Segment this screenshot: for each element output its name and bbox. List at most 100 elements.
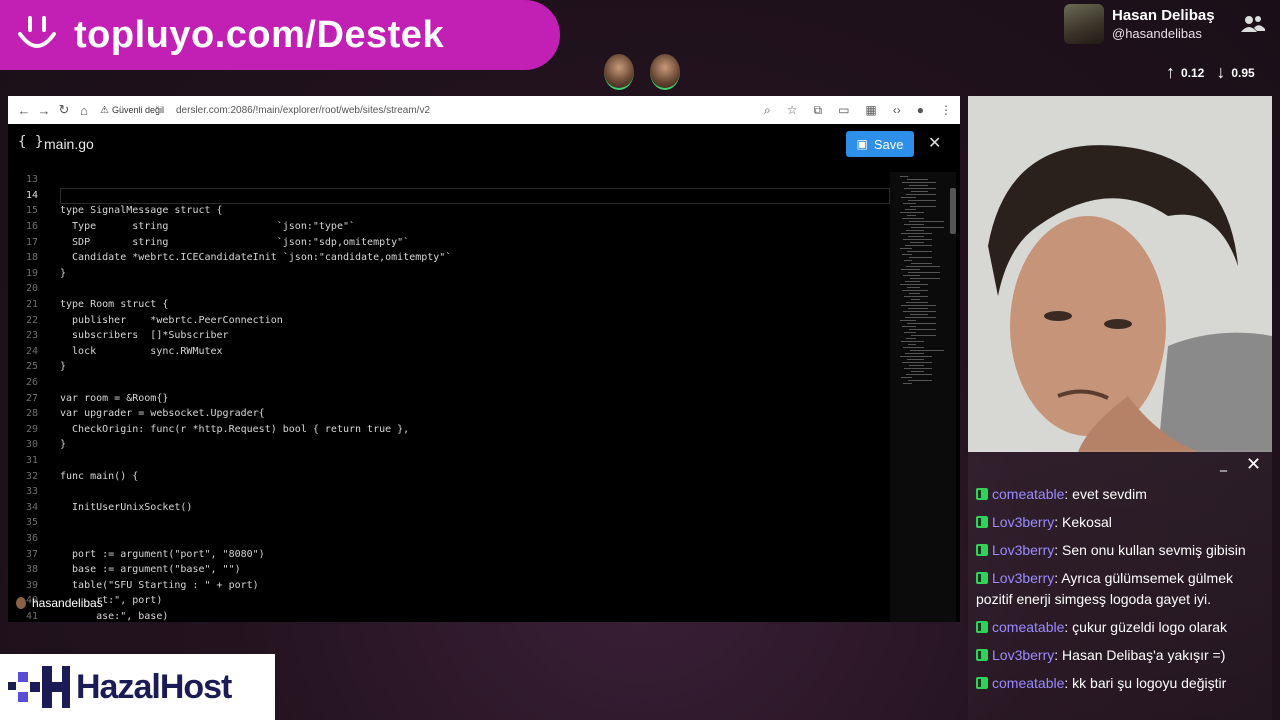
line-number: 22 xyxy=(25,314,38,326)
people-icon[interactable] xyxy=(1240,14,1266,38)
code-line[interactable]: 38 base := argument("base", "") xyxy=(8,562,888,578)
code-line[interactable]: 13 xyxy=(8,172,888,188)
minimap-line xyxy=(900,248,912,249)
minimap-line xyxy=(902,362,932,363)
webcam-feed xyxy=(968,96,1272,452)
back-icon[interactable]: ← xyxy=(14,103,34,118)
menu-icon[interactable]: ⋮ xyxy=(940,103,952,117)
minimap-line xyxy=(911,263,932,264)
banner-text: topluyo.com/Destek xyxy=(74,13,445,56)
streamer-profile[interactable]: Hasan Delibaş @hasandelibas xyxy=(1064,4,1215,44)
chat-username[interactable]: comeatable xyxy=(992,619,1064,635)
code-line[interactable]: 18 Candidate *webrtc.ICECandidateInit `j… xyxy=(8,250,888,266)
code-line[interactable]: 17 SDP string `json:"sdp,omitempty"` xyxy=(8,234,888,250)
minimap-line xyxy=(900,212,924,213)
code-line[interactable]: 27 var room = &Room{} xyxy=(8,390,888,406)
star-icon[interactable]: ☆ xyxy=(787,103,798,117)
chat-separator: : xyxy=(1054,514,1063,530)
code-line[interactable]: 28 var upgrader = websocket.Upgrader{ xyxy=(8,406,888,422)
account-icon[interactable]: ● xyxy=(917,103,924,117)
minimap-line xyxy=(908,200,936,201)
chat-messages: comeatable: evet sevdim Lov3berry: Kekosa… xyxy=(968,484,1272,694)
code-line[interactable]: 30} xyxy=(8,437,888,453)
code-line[interactable]: 37 port := argument("port", "8080") xyxy=(8,546,888,562)
minimize-icon[interactable]: _ xyxy=(1220,456,1227,472)
chat-username[interactable]: Lov3berry xyxy=(992,570,1054,586)
chat-separator: : xyxy=(1064,675,1073,691)
code-line[interactable]: 36 xyxy=(8,531,888,547)
code-line[interactable]: 15 type SignalMessage struct { xyxy=(8,203,888,219)
line-number: 18 xyxy=(25,252,38,264)
down-value: 0.95 xyxy=(1231,65,1255,80)
extensions-icon[interactable]: ⧉ xyxy=(813,103,822,118)
profile-name: Hasan Delibaş xyxy=(1112,7,1215,24)
save-button[interactable]: ▣ Save xyxy=(846,131,914,157)
code-line[interactable]: 24 lock sync.RWMutex xyxy=(8,344,888,360)
address-bar: ← → ↻ ⌂ ⚠ Güvenli değil dersler.com:2086… xyxy=(8,96,960,124)
minimap-line xyxy=(911,335,936,336)
minimap-line xyxy=(902,326,916,327)
code-line[interactable]: 33 xyxy=(8,484,888,500)
code-icon[interactable]: ‹› xyxy=(893,103,901,117)
line-number: 13 xyxy=(25,174,38,186)
minimap-line xyxy=(906,338,916,339)
streamer-overlay-name: hasandelibas xyxy=(16,596,103,610)
code-line[interactable]: 40 rt:", port) xyxy=(8,593,888,609)
minimap-line xyxy=(909,221,944,222)
kick-badge-icon xyxy=(976,544,988,556)
line-text: type Room struct { xyxy=(60,299,169,311)
line-number: 27 xyxy=(25,392,38,404)
close-icon[interactable]: ✕ xyxy=(928,133,941,152)
browser-window: ← → ↻ ⌂ ⚠ Güvenli değil dersler.com:2086… xyxy=(8,96,960,622)
zoom-icon[interactable]: ⌕ xyxy=(764,103,771,118)
code-line[interactable]: 29 CheckOrigin: func(r *http.Request) bo… xyxy=(8,422,888,438)
chat-username[interactable]: Lov3berry xyxy=(992,514,1054,530)
code-line[interactable]: 34 InitUserUnixSocket() xyxy=(8,499,888,515)
chat-username[interactable]: comeatable xyxy=(992,675,1064,691)
line-text: ase:", base) xyxy=(60,610,169,622)
close-icon[interactable]: ✕ xyxy=(1246,454,1261,475)
home-icon[interactable]: ⌂ xyxy=(74,103,94,118)
line-text: port := argument("port", "8080") xyxy=(60,548,265,560)
line-text: func main() { xyxy=(60,470,139,482)
code-line[interactable]: 25} xyxy=(8,359,888,375)
code-line[interactable]: 35 xyxy=(8,515,888,531)
line-number: 35 xyxy=(25,517,38,529)
sidebar-icon[interactable]: ▭ xyxy=(838,103,849,117)
avatar xyxy=(16,597,26,609)
url-field[interactable]: ⚠ Güvenli değil dersler.com:2086/!main/e… xyxy=(100,99,430,121)
code-line[interactable]: 20 xyxy=(8,281,888,297)
scrollbar[interactable] xyxy=(950,188,956,234)
minimap-line xyxy=(903,203,916,204)
line-number: 38 xyxy=(25,564,38,576)
code-line[interactable]: 23 subscribers []*Subscriber xyxy=(8,328,888,344)
chat-username[interactable]: Lov3berry xyxy=(992,647,1054,663)
code-editor[interactable]: 13 14 15 type SignalMessage struct {16 Type… xyxy=(8,172,888,622)
minimap-line xyxy=(905,317,936,318)
chat-username[interactable]: Lov3berry xyxy=(992,542,1054,558)
minimap-line xyxy=(907,323,936,324)
code-line[interactable]: 26 xyxy=(8,375,888,391)
code-line[interactable]: 22 publisher *webrtc.PeerConnection xyxy=(8,312,888,328)
code-line[interactable]: 19} xyxy=(8,266,888,282)
apps-icon[interactable]: ▦ xyxy=(865,103,876,117)
forward-icon[interactable]: → xyxy=(34,103,54,118)
code-line[interactable]: 32 func main() { xyxy=(8,468,888,484)
url-text[interactable]: dersler.com:2086/!main/explorer/root/web… xyxy=(176,105,430,116)
line-text: var room = &Room{} xyxy=(60,392,169,404)
code-line[interactable]: 16 Type string `json:"type"` xyxy=(8,219,888,235)
minimap-line xyxy=(906,194,936,195)
code-line[interactable]: 39 table("SFU Starting : " + port) xyxy=(8,577,888,593)
code-line[interactable]: 41 ase:", base) xyxy=(8,609,888,622)
line-number: 31 xyxy=(25,454,38,466)
chat-message: Lov3berry: Sen onu kullan sevmiş gibisin xyxy=(968,540,1272,561)
minimap[interactable] xyxy=(890,172,956,622)
code-line[interactable]: 31 xyxy=(8,453,888,469)
line-number: 17 xyxy=(25,236,38,248)
braces-icon: { } xyxy=(18,134,44,150)
minimap-line xyxy=(900,284,928,285)
code-line[interactable]: 14 xyxy=(8,188,888,204)
code-line[interactable]: 21 type Room struct { xyxy=(8,297,888,313)
reload-icon[interactable]: ↻ xyxy=(54,102,74,118)
chat-username[interactable]: comeatable xyxy=(992,486,1064,502)
